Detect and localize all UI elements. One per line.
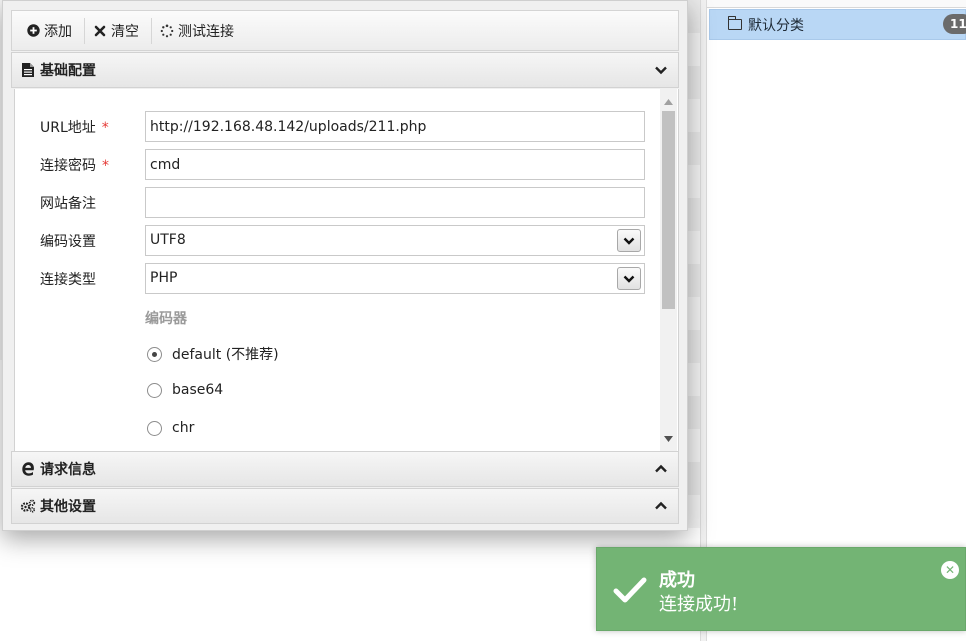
section-title: 其他设置: [40, 499, 96, 515]
section-other-settings[interactable]: 其他设置: [11, 488, 679, 524]
scroll-up-arrow-icon[interactable]: [660, 93, 677, 110]
note-field[interactable]: [145, 187, 645, 218]
chevron-down-icon: [623, 237, 635, 245]
chevron-down-icon: [655, 66, 667, 75]
plus-circle-icon: [26, 24, 40, 38]
dropdown-button[interactable]: [617, 229, 641, 252]
radio-button[interactable]: [147, 382, 162, 398]
required-mark: *: [102, 158, 109, 174]
category-item-default[interactable]: 默认分类 11: [709, 9, 966, 40]
add-button[interactable]: 添加: [18, 11, 84, 50]
close-icon[interactable]: ✕: [941, 561, 959, 579]
type-label: 连接类型: [40, 272, 96, 288]
password-field[interactable]: [145, 149, 645, 180]
type-row: 连接类型 PHP: [15, 263, 655, 294]
form-scrollbar[interactable]: [660, 89, 677, 451]
scroll-thumb[interactable]: [662, 111, 675, 309]
category-name: 默认分类: [748, 17, 804, 34]
success-toast: 成功 连接成功! ✕: [596, 547, 966, 631]
encoder-option-base64[interactable]: base64: [147, 382, 223, 398]
gears-icon: [20, 498, 36, 514]
encoder-option-label: base64: [172, 382, 224, 398]
radio-button[interactable]: [147, 346, 162, 362]
connection-type-select[interactable]: PHP: [145, 263, 645, 294]
encoder-option-default[interactable]: default (不推荐): [147, 344, 279, 364]
section-request-info[interactable]: 请求信息: [11, 451, 679, 487]
scroll-down-arrow-icon[interactable]: [660, 430, 677, 447]
encoding-label: 编码设置: [40, 234, 96, 250]
note-label: 网站备注: [40, 196, 96, 212]
encoder-title: 编码器: [145, 311, 187, 327]
encoding-select[interactable]: UTF8: [145, 225, 645, 256]
clear-button-label: 清空: [111, 23, 139, 40]
encoder-option-label: chr: [172, 420, 195, 436]
spinner-icon: [160, 24, 174, 38]
chevron-down-icon: [623, 275, 635, 283]
toast-title: 成功: [659, 570, 695, 591]
close-icon: [93, 24, 107, 38]
chevron-up-icon: [655, 464, 667, 473]
edge-icon: [20, 461, 36, 477]
folder-icon: [728, 16, 742, 30]
section-title: 请求信息: [40, 462, 96, 478]
dialog-toolbar: 添加 清空 测试连接: [11, 10, 679, 51]
radio-button[interactable]: [147, 420, 162, 436]
encoding-value: UTF8: [150, 232, 186, 248]
document-icon: [20, 62, 36, 78]
note-row: 网站备注: [15, 187, 655, 218]
toast-message: 连接成功!: [659, 594, 739, 615]
add-shell-dialog: 添加 清空 测试连接 基础配置 URL地址 * http://192.168.4…: [2, 0, 688, 531]
url-label: URL地址 *: [40, 120, 109, 136]
panel-splitter[interactable]: [700, 0, 707, 641]
category-panel: 默认分类 11: [707, 0, 966, 641]
url-row: URL地址 *: [15, 111, 655, 142]
encoding-row: 编码设置 UTF8: [15, 225, 655, 256]
type-value: PHP: [150, 270, 178, 286]
add-button-label: 添加: [44, 23, 72, 40]
test-connection-label: 测试连接: [178, 23, 234, 40]
section-title: 基础配置: [40, 63, 96, 79]
encoder-option-label: default (不推荐): [172, 347, 279, 363]
chevron-up-icon: [655, 501, 667, 510]
password-row: 连接密码 *: [15, 149, 655, 180]
required-mark: *: [101, 120, 109, 136]
section-basic-config[interactable]: 基础配置: [11, 52, 679, 88]
test-connection-button[interactable]: 测试连接: [152, 11, 246, 50]
checkmark-icon: [613, 577, 647, 603]
category-panel-header: [707, 0, 966, 8]
password-label: 连接密码 *: [40, 158, 109, 174]
dropdown-button[interactable]: [617, 267, 641, 290]
url-field[interactable]: [145, 111, 645, 142]
count-badge: 11: [943, 14, 966, 34]
encoder-option-chr[interactable]: chr: [147, 420, 194, 436]
clear-button[interactable]: 清空: [85, 11, 151, 50]
basic-config-form: URL地址* 连接密码* 网站备注 编码设置 UTF8 连接类型 PHP: [14, 89, 679, 451]
